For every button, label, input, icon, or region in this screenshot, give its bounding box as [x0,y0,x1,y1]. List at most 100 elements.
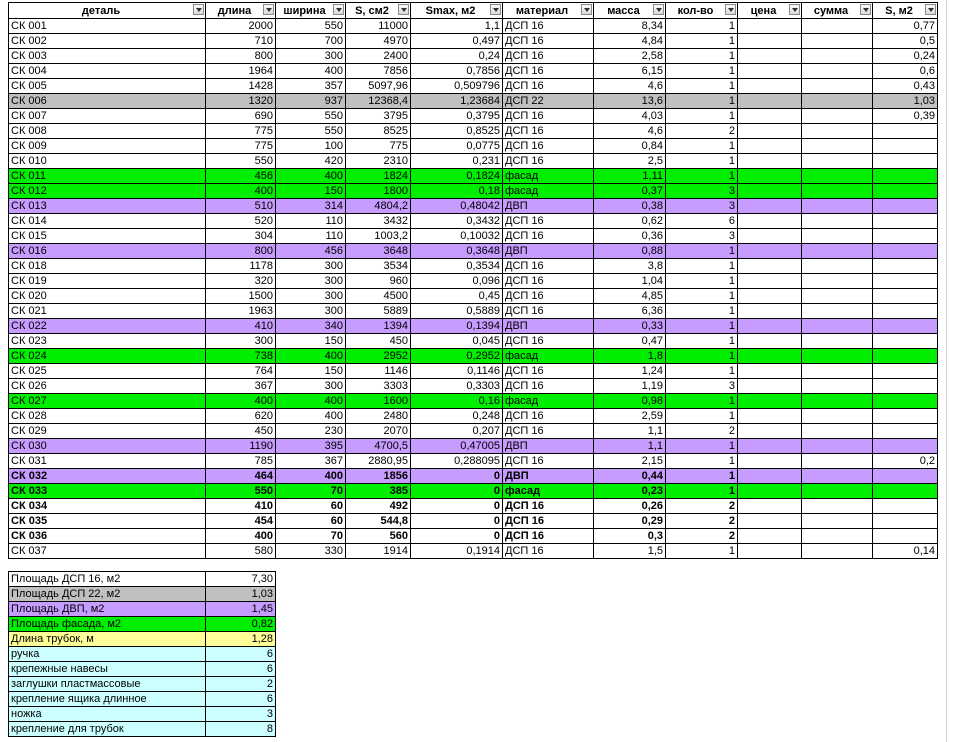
cell-area-m2[interactable]: 0,14 [872,543,938,559]
cell-area-cm2[interactable]: 7856 [345,63,411,79]
cell-area-m2[interactable]: 0,24 [872,48,938,64]
cell-length[interactable]: 2000 [205,18,276,34]
cell-mass[interactable]: 6,15 [593,63,666,79]
summary-value[interactable]: 6 [205,646,276,662]
cell-material[interactable]: ДСП 16 [502,288,594,304]
cell-smax[interactable]: 0,509796 [410,78,503,94]
cell-length[interactable]: 800 [205,48,276,64]
cell-smax[interactable]: 0 [410,528,503,544]
cell-width[interactable]: 110 [275,213,346,229]
cell-width[interactable]: 300 [275,288,346,304]
cell-price[interactable] [737,63,802,79]
cell-mass[interactable]: 0,36 [593,228,666,244]
filter-dropdown-icon[interactable] [581,4,592,15]
cell-price[interactable] [737,303,802,319]
cell-detail[interactable]: СК 030 [8,438,206,454]
cell-sum[interactable] [801,363,873,379]
cell-mass[interactable]: 0,26 [593,498,666,514]
cell-quantity[interactable]: 1 [665,333,738,349]
cell-material[interactable]: ДСП 22 [502,93,594,109]
cell-area-m2[interactable]: 0,77 [872,18,938,34]
cell-smax[interactable]: 0,207 [410,423,503,439]
cell-area-m2[interactable] [872,348,938,364]
cell-quantity[interactable]: 1 [665,273,738,289]
cell-sum[interactable] [801,168,873,184]
cell-detail[interactable]: СК 028 [8,408,206,424]
cell-sum[interactable] [801,303,873,319]
cell-price[interactable] [737,48,802,64]
cell-sum[interactable] [801,543,873,559]
cell-width[interactable]: 937 [275,93,346,109]
cell-width[interactable]: 400 [275,468,346,484]
cell-mass[interactable]: 4,84 [593,33,666,49]
cell-detail[interactable]: СК 010 [8,153,206,169]
cell-mass[interactable]: 0,29 [593,513,666,529]
cell-detail[interactable]: СК 032 [8,468,206,484]
cell-material[interactable]: ДВП [502,438,594,454]
cell-mass[interactable]: 0,84 [593,138,666,154]
cell-material[interactable]: ДВП [502,468,594,484]
cell-area-m2[interactable] [872,528,938,544]
summary-value[interactable]: 8 [205,721,276,737]
cell-detail[interactable]: СК 006 [8,93,206,109]
cell-area-cm2[interactable]: 1824 [345,168,411,184]
cell-smax[interactable]: 0 [410,483,503,499]
cell-width[interactable]: 550 [275,108,346,124]
cell-area-m2[interactable] [872,273,938,289]
cell-material[interactable]: фасад [502,483,594,499]
cell-price[interactable] [737,318,802,334]
cell-material[interactable]: ДСП 16 [502,408,594,424]
cell-length[interactable]: 1964 [205,63,276,79]
summary-value[interactable]: 1,28 [205,631,276,647]
cell-width[interactable]: 330 [275,543,346,559]
cell-area-cm2[interactable]: 2400 [345,48,411,64]
cell-material[interactable]: ДВП [502,198,594,214]
cell-price[interactable] [737,483,802,499]
cell-material[interactable]: ДСП 16 [502,498,594,514]
cell-area-cm2[interactable]: 960 [345,273,411,289]
cell-material[interactable]: ДСП 16 [502,453,594,469]
cell-mass[interactable]: 4,6 [593,78,666,94]
cell-length[interactable]: 1428 [205,78,276,94]
cell-smax[interactable]: 0,3648 [410,243,503,259]
cell-area-cm2[interactable]: 450 [345,333,411,349]
cell-area-m2[interactable] [872,333,938,349]
cell-length[interactable]: 400 [205,393,276,409]
cell-area-m2[interactable]: 0,2 [872,453,938,469]
cell-price[interactable] [737,333,802,349]
cell-detail[interactable]: СК 011 [8,168,206,184]
cell-sum[interactable] [801,408,873,424]
cell-sum[interactable] [801,468,873,484]
summary-label[interactable]: крепление для трубок [8,721,206,737]
cell-quantity[interactable]: 2 [665,498,738,514]
cell-width[interactable]: 110 [275,228,346,244]
cell-mass[interactable]: 1,11 [593,168,666,184]
cell-area-m2[interactable] [872,138,938,154]
cell-detail[interactable]: СК 023 [8,333,206,349]
cell-width[interactable]: 300 [275,48,346,64]
summary-label[interactable]: крепление ящика длинное [8,691,206,707]
cell-detail[interactable]: СК 031 [8,453,206,469]
cell-material[interactable]: ДВП [502,318,594,334]
cell-mass[interactable]: 2,15 [593,453,666,469]
cell-material[interactable]: ДСП 16 [502,333,594,349]
cell-area-cm2[interactable]: 4700,5 [345,438,411,454]
cell-sum[interactable] [801,123,873,139]
cell-mass[interactable]: 8,34 [593,18,666,34]
cell-sum[interactable] [801,423,873,439]
cell-price[interactable] [737,243,802,259]
cell-sum[interactable] [801,438,873,454]
cell-length[interactable]: 775 [205,123,276,139]
cell-price[interactable] [737,18,802,34]
cell-sum[interactable] [801,228,873,244]
summary-value[interactable]: 7,30 [205,571,276,587]
cell-price[interactable] [737,168,802,184]
cell-quantity[interactable]: 1 [665,318,738,334]
summary-label[interactable]: крепежные навесы [8,661,206,677]
cell-detail[interactable]: СК 029 [8,423,206,439]
cell-width[interactable]: 300 [275,258,346,274]
cell-area-cm2[interactable]: 8525 [345,123,411,139]
filter-dropdown-icon[interactable] [789,4,800,15]
cell-mass[interactable]: 1,1 [593,423,666,439]
cell-sum[interactable] [801,243,873,259]
